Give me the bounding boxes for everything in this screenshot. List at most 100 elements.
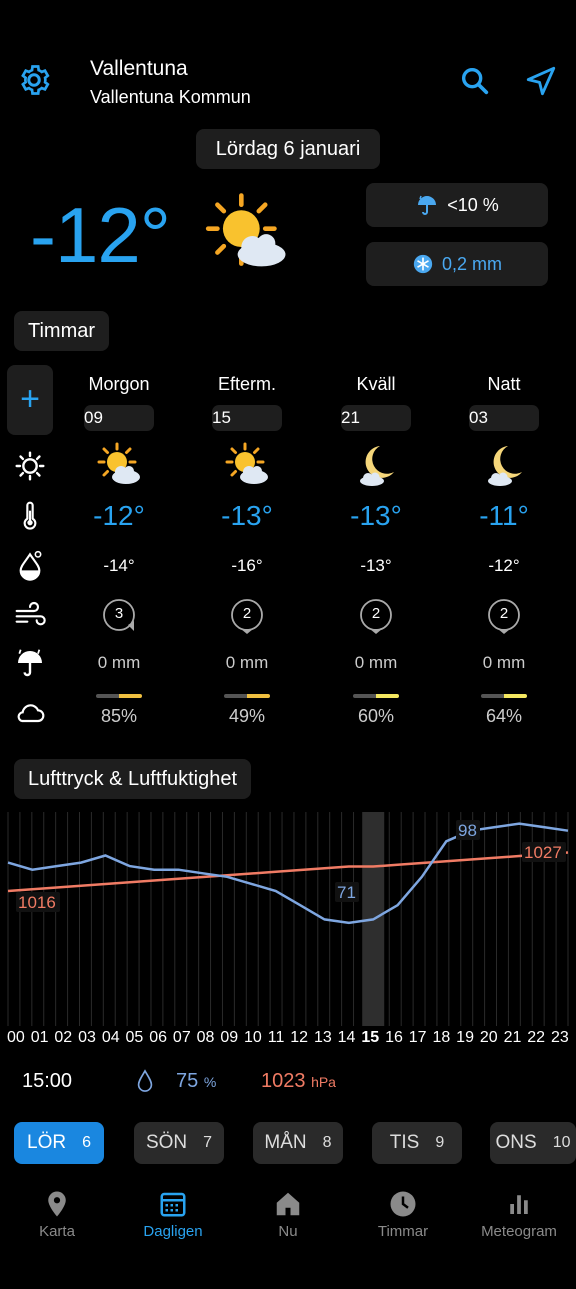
- day-tab-date: 9: [435, 1134, 445, 1151]
- day-tab-mån[interactable]: MÅN 8: [253, 1122, 343, 1164]
- hour-tick-label: 06: [149, 1029, 168, 1046]
- day-tab-label: TIS: [389, 1132, 420, 1153]
- period-feels-like: -12°: [488, 556, 520, 575]
- period-cloud-cover: 85%: [100, 706, 138, 726]
- hour-tick-label: 07: [172, 1029, 191, 1046]
- hour-tick-label: 19: [456, 1029, 474, 1046]
- period-cloud-cover: 64%: [485, 706, 523, 726]
- umbrella-icon: [18, 649, 42, 677]
- period-temperature: -12°: [93, 500, 145, 531]
- precipitation-chance-chip: <10 %: [366, 183, 548, 227]
- nav-timmar[interactable]: Timmar: [348, 1183, 458, 1240]
- cloud-cover-bar: [224, 694, 270, 698]
- wind-speed: 2: [242, 605, 252, 622]
- hour-tick-label: 03: [78, 1029, 96, 1046]
- day-tab-date: 7: [203, 1134, 213, 1151]
- period-feels-like: -13°: [360, 556, 392, 575]
- selected-time: 15:00: [22, 1070, 73, 1092]
- nav-label: Dagligen: [143, 1223, 203, 1240]
- hour-tick-label: 09: [220, 1029, 239, 1046]
- hour-tick-label: 11: [267, 1029, 285, 1046]
- cloud-cover-bar: [353, 694, 399, 698]
- period-feels-like: -14°: [103, 556, 135, 575]
- nav-karta[interactable]: Karta: [2, 1183, 112, 1240]
- umbrella-rain-icon: [418, 195, 437, 215]
- period-cloud-cover: 49%: [228, 706, 266, 726]
- humidity-unit: %: [203, 1074, 217, 1090]
- hour-tick-label: 05: [125, 1029, 144, 1046]
- humidity-line: [7, 822, 569, 925]
- wind-speed-badge: 2: [357, 597, 395, 635]
- wind-speed: 2: [371, 605, 381, 622]
- day-tab-date: 8: [322, 1134, 332, 1151]
- hour-tick-label: 14: [337, 1029, 356, 1046]
- nav-meteogram[interactable]: Meteogram: [464, 1183, 574, 1240]
- period-cloud-cover: 60%: [357, 706, 395, 726]
- period-rain: 0 mm: [482, 653, 526, 672]
- calendar-icon: [160, 1192, 186, 1217]
- hour-tick-label: 02: [54, 1029, 73, 1046]
- wind-icon: [15, 601, 46, 626]
- cloud-icon: [17, 704, 45, 723]
- day-tab-sön[interactable]: SÖN 7: [134, 1122, 224, 1164]
- partly-cloudy-sun-icon: [221, 441, 273, 496]
- settings-gear-icon[interactable]: [16, 62, 52, 98]
- period-temperature: -11°: [479, 500, 529, 531]
- day-tab-label: ONS: [495, 1132, 537, 1153]
- location-arrow-icon[interactable]: [524, 64, 558, 98]
- precipitation-amount: 0,2 mm: [441, 253, 502, 274]
- wind-speed: 2: [499, 605, 509, 622]
- hour-tick-label: 01: [30, 1029, 49, 1046]
- selected-humidity: 75 %: [176, 1070, 216, 1093]
- hour-tick-label: 08: [196, 1029, 215, 1046]
- bar-chart-icon: [510, 1195, 528, 1214]
- day-tab-lör[interactable]: LÖR 6: [14, 1122, 104, 1164]
- pressure-humidity-chart[interactable]: 1016 1027 98 71: [0, 812, 576, 1026]
- hour-tick-label: 15: [361, 1029, 380, 1046]
- nav-dagligen[interactable]: Dagligen: [118, 1183, 228, 1240]
- add-hours-button[interactable]: +: [7, 365, 53, 435]
- pressure-unit: hPa: [311, 1074, 336, 1090]
- sun-icon: [15, 451, 45, 481]
- nav-label: Nu: [278, 1223, 298, 1240]
- hour-tick-label: 17: [408, 1029, 427, 1046]
- moon-cloud-icon: [478, 441, 530, 496]
- day-tab-date: 6: [82, 1134, 91, 1151]
- pressure-start-label: 1016: [18, 893, 56, 912]
- period-rain: 0 mm: [97, 653, 141, 672]
- home-icon: [276, 1192, 300, 1216]
- nav-label: Karta: [39, 1223, 75, 1240]
- day-tab-tis[interactable]: TIS 9: [372, 1122, 462, 1164]
- wind-speed: 3: [114, 605, 124, 622]
- hour-tick-label: 00: [7, 1029, 25, 1046]
- nav-nu[interactable]: Nu: [233, 1183, 343, 1240]
- hours-section-label: Timmar: [14, 311, 110, 351]
- bottom-navigation: Karta Dagligen Nu Timmar Meteogram: [0, 1183, 576, 1253]
- hour-tick-label: 22: [527, 1029, 546, 1046]
- hour-tick-label: 12: [290, 1029, 309, 1046]
- nav-label: Meteogram: [481, 1223, 557, 1240]
- snowflake-icon: [413, 254, 433, 274]
- wind-speed-badge: 2: [485, 597, 523, 635]
- wind-speed-badge: 2: [228, 597, 266, 635]
- humidity-max-label: 98: [458, 821, 477, 840]
- humidity-drop-icon: [137, 1069, 153, 1092]
- period-hour: 21: [341, 405, 411, 431]
- period-name: Natt: [487, 374, 521, 394]
- period-rain: 0 mm: [354, 653, 398, 672]
- pressure-humidity-section-label: Lufttryck & Luftfuktighet: [14, 759, 251, 799]
- hour-tick-label: 21: [503, 1029, 522, 1046]
- thermometer-icon: [23, 501, 37, 530]
- humidity-value: 75: [176, 1070, 199, 1092]
- clock-icon: [390, 1191, 416, 1217]
- search-icon[interactable]: [458, 64, 492, 98]
- wind-speed-badge: 3: [100, 597, 138, 635]
- period-temperature: -13°: [221, 500, 273, 531]
- day-tab-ons[interactable]: ONS 10: [490, 1122, 576, 1164]
- dew-drop-icon: [19, 550, 42, 581]
- period-hour: 03: [469, 405, 539, 431]
- cloud-cover-bar: [481, 694, 527, 698]
- period-name: Morgon: [88, 374, 150, 394]
- period-feels-like: -16°: [231, 556, 263, 575]
- day-tab-label: SÖN: [145, 1132, 188, 1153]
